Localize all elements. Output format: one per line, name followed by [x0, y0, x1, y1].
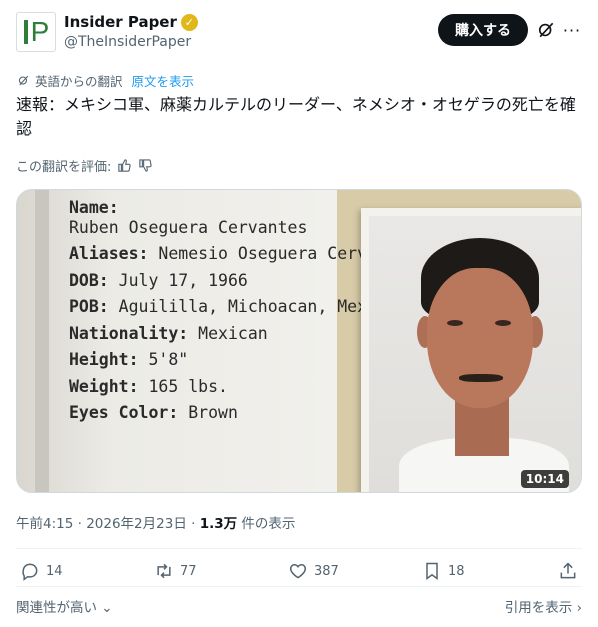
chevron-down-icon: ⌄	[101, 600, 113, 616]
like-count: 387	[314, 563, 339, 579]
avatar-logo-letter: P	[30, 16, 50, 47]
thumbs-down-icon[interactable]	[138, 158, 153, 173]
chevron-right-icon: ›	[576, 600, 582, 616]
rate-translation-label: この翻訳を評価:	[16, 160, 112, 175]
reply-count: 14	[46, 563, 63, 579]
grok-translate-icon	[18, 75, 29, 86]
avatar[interactable]: P	[16, 12, 56, 52]
author-handle[interactable]: @TheInsiderPaper	[64, 34, 191, 50]
video-media[interactable]: Name: Ruben Oseguera Cervantes Aliases: Ne…	[16, 189, 582, 493]
translation-note: 英語からの翻訳 原文を表示	[17, 71, 194, 90]
rate-translation: この翻訳を評価:	[16, 156, 153, 175]
share-button[interactable]	[558, 561, 578, 581]
repost-button[interactable]: 77	[154, 561, 197, 581]
subscribe-button[interactable]: 購入する	[438, 14, 528, 46]
dossier-field-value: Mexican	[188, 323, 268, 343]
view-count-label: 件の表示	[241, 516, 296, 532]
video-duration-badge: 10:14	[520, 470, 569, 488]
dossier-field-value: 5'8"	[138, 350, 189, 369]
dossier-field-label: Weight:	[69, 376, 139, 396]
dossier-field-label: Nationality:	[69, 323, 189, 343]
tweet-date[interactable]: 2026年2月23日	[86, 516, 187, 532]
view-quotes-link[interactable]: 引用を表示 ›	[505, 596, 582, 616]
dossier-field-value: Ruben Oseguera Cervantes	[69, 217, 308, 237]
bookmark-button[interactable]: 18	[422, 561, 465, 581]
dossier-field-value: Aguililla, Michoacan, Mexico	[108, 297, 397, 316]
share-icon	[560, 562, 576, 579]
dossier-field-label: Name:	[69, 198, 119, 217]
tweet-header: P Insider Paper ✓ @TheInsiderPaper 購入する …	[16, 12, 582, 56]
dossier-field-label: Eyes Color:	[69, 403, 179, 422]
more-options-icon[interactable]: ···	[562, 20, 582, 40]
author-name[interactable]: Insider Paper	[64, 13, 177, 31]
thumbs-up-icon[interactable]	[117, 158, 132, 173]
heart-icon	[289, 563, 307, 579]
author-name-row[interactable]: Insider Paper ✓	[64, 13, 198, 31]
avatar-logo-bar	[23, 20, 28, 44]
reply-button[interactable]: 14	[20, 561, 63, 581]
sort-dropdown[interactable]: 関連性が高い ⌄	[16, 596, 113, 616]
reply-icon	[22, 563, 38, 581]
grok-icon[interactable]	[536, 20, 556, 40]
divider	[16, 586, 582, 587]
like-button[interactable]: 387	[288, 561, 339, 581]
dossier-field-value: 165 lbs.	[138, 376, 228, 396]
translation-source-label: 英語からの翻訳	[35, 74, 123, 89]
view-quotes-label: 引用を表示	[504, 600, 573, 616]
show-original-link[interactable]: 原文を表示	[132, 71, 195, 90]
divider	[16, 548, 582, 549]
bookmark-icon	[426, 562, 438, 580]
dossier-paper-edge	[35, 190, 49, 492]
repost-count: 77	[180, 563, 197, 579]
mugshot-frame	[361, 208, 581, 492]
verified-badge-icon[interactable]: ✓	[180, 13, 198, 31]
sort-label: 関連性が高い	[16, 600, 97, 616]
dossier-field-label: POB:	[69, 297, 109, 316]
dossier-field-value: July 17, 1966	[108, 270, 248, 290]
view-count: 1.3万	[199, 516, 238, 532]
dossier-field-label: Height:	[69, 350, 139, 369]
mugshot-photo	[369, 216, 581, 492]
meta-separator: ·	[186, 516, 200, 532]
bookmark-count: 18	[448, 563, 465, 579]
tweet-text: 速報：メキシコ軍、麻薬カルテルのリーダー、ネメシオ・オセゲラの死亡を確認	[16, 95, 576, 138]
dossier-field-label: DOB:	[69, 270, 109, 290]
meta-separator: ·	[73, 516, 87, 532]
action-bar: 14 77 387 18	[16, 561, 582, 585]
repost-icon	[157, 563, 171, 579]
tweet-meta: 午前4:15 · 2026年2月23日 · 1.3万 件の表示	[16, 512, 295, 532]
tweet-time[interactable]: 午前4:15	[16, 516, 73, 532]
dossier-field-label: Aliases:	[69, 244, 149, 263]
dossier-field-value: Brown	[178, 403, 238, 422]
